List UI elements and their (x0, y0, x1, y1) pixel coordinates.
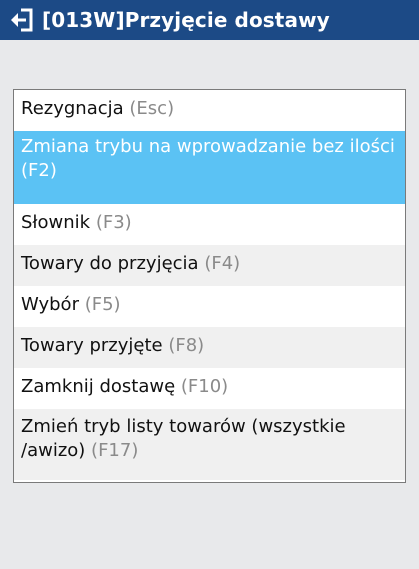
page-title: [013W]Przyjęcie dostawy (42, 8, 330, 32)
menu-item-slownik[interactable]: Słownik (F3) (14, 204, 405, 245)
menu-item-shortcut: (F2) (21, 160, 57, 181)
menu-item-zmiana-trybu[interactable]: Zmiana trybu na wprowadzanie bez ilości … (14, 131, 405, 204)
return-arrow-icon (11, 8, 33, 32)
menu-item-wybor[interactable]: Wybór (F5) (14, 286, 405, 327)
menu-item-towary-do-przyjecia[interactable]: Towary do przyjęcia (F4) (14, 245, 405, 286)
menu-item-label: Zmiana trybu na wprowadzanie bez ilości (21, 136, 395, 157)
title-bar: [013W]Przyjęcie dostawy (0, 0, 419, 40)
menu-item-shortcut: (Esc) (129, 98, 175, 119)
menu-item-label: Towary do przyjęcia (21, 253, 199, 274)
menu-item-label: Wybór (21, 294, 79, 315)
menu-item-shortcut: (F10) (180, 376, 229, 397)
menu-item-label: Słownik (21, 212, 91, 233)
menu-item-zamknij-dostawe[interactable]: Zamknij dostawę (F10) (14, 368, 405, 409)
menu-item-shortcut: (F8) (168, 335, 205, 356)
menu-item-zmien-tryb-listy[interactable]: Zmień tryb listy towarów (wszystkie /awi… (14, 409, 405, 480)
menu-item-rezygnacja[interactable]: Rezygnacja (Esc) (14, 90, 405, 131)
back-button[interactable] (6, 0, 38, 40)
menu-item-label: Zmień tryb listy towarów (wszystkie /awi… (21, 416, 346, 461)
menu-item-shortcut: (F5) (84, 294, 121, 315)
menu-list: Rezygnacja (Esc) Zmiana trybu na wprowad… (13, 89, 406, 483)
menu-item-shortcut: (F3) (95, 212, 132, 233)
menu-item-shortcut: (F4) (204, 253, 241, 274)
menu-item-label: Zamknij dostawę (21, 376, 176, 397)
menu-item-label: Rezygnacja (21, 98, 124, 119)
menu-item-towary-przyjete[interactable]: Towary przyjęte (F8) (14, 327, 405, 368)
menu-item-shortcut: (F17) (91, 440, 139, 461)
menu-item-label: Towary przyjęte (21, 335, 163, 356)
